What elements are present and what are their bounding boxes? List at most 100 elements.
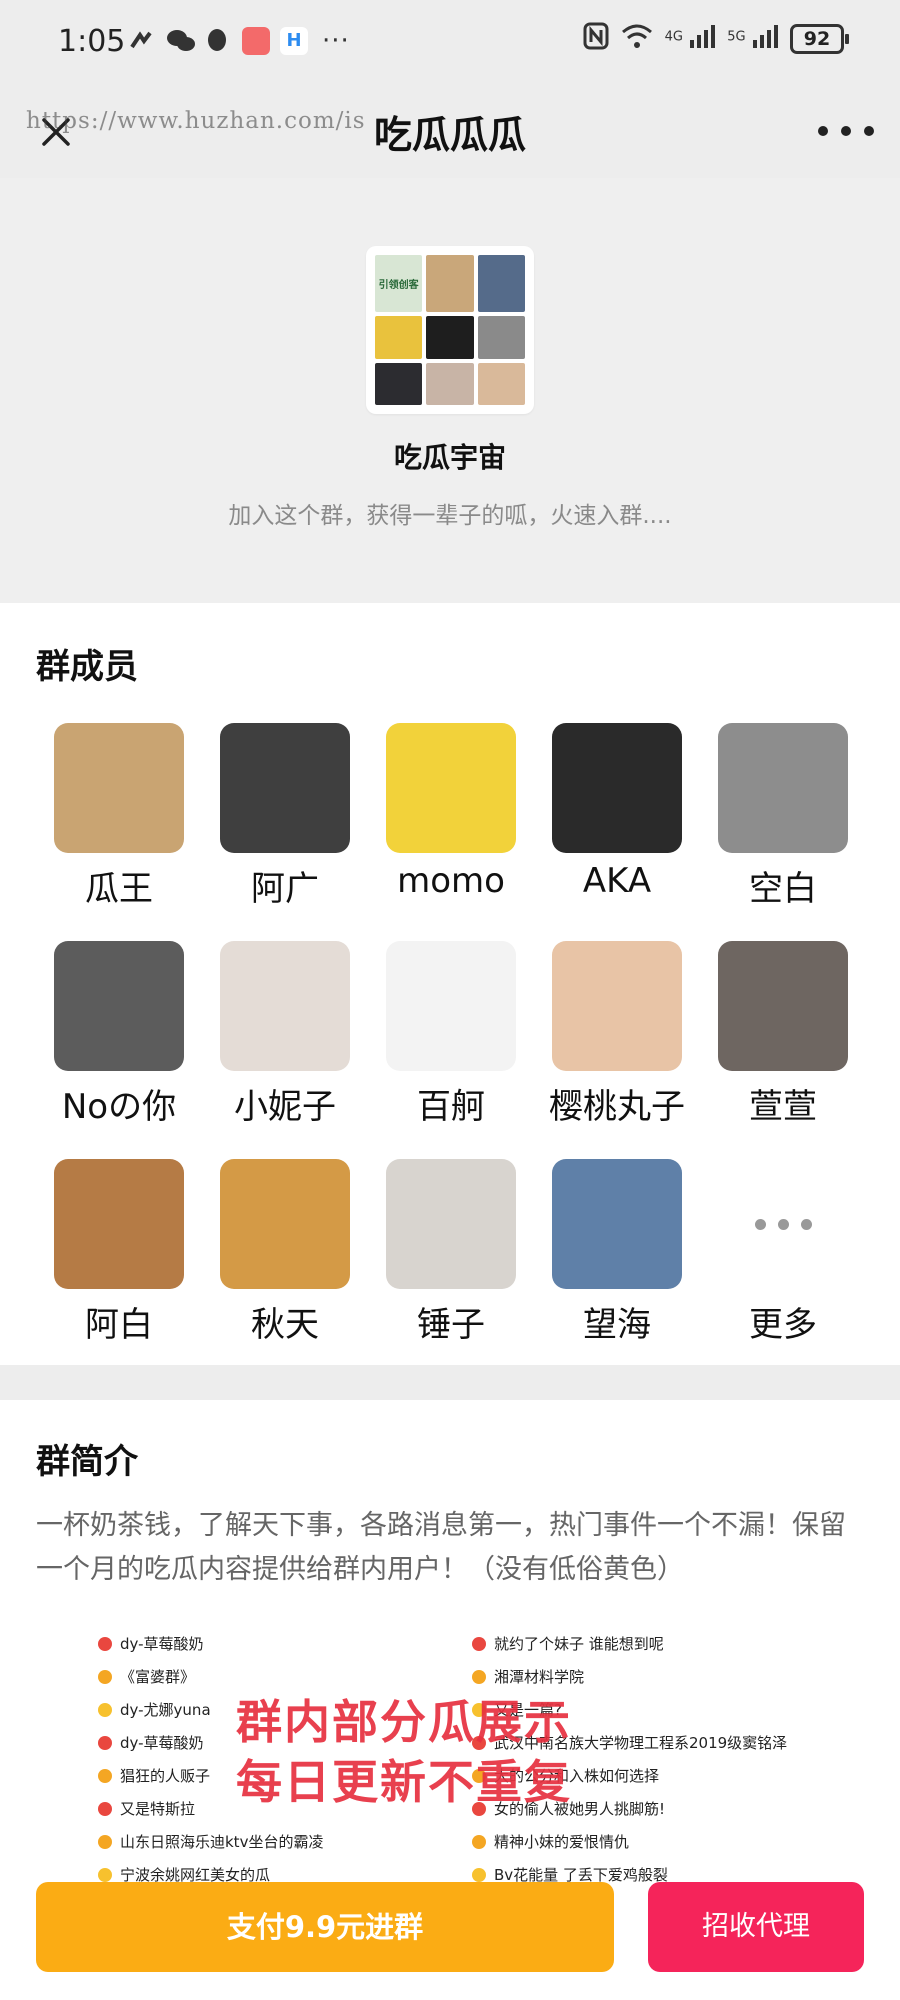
member-avatar [386,941,516,1071]
emoji-icon [98,1835,112,1849]
emoji-icon [98,1736,112,1750]
member-item[interactable]: momo [368,723,534,901]
member-name: 望海 [583,1305,651,1345]
member-avatar [54,941,184,1071]
recruit-agent-button[interactable]: 招收代理 [648,1882,864,1972]
intro-text: 一杯奶茶钱，了解天下事，各路消息第一，热门事件一个不漏！保留一个月的吃瓜内容提供… [36,1510,846,1585]
preview-item-text: dy-草莓酸奶 [120,1734,204,1752]
preview-item-text: dy-草莓酸奶 [120,1635,204,1653]
member-name: momo [397,861,505,901]
emoji-icon [472,1637,486,1651]
member-item[interactable]: 小妮子 [202,941,368,1128]
member-item[interactable]: 阿广 [202,723,368,910]
preview-item-text: 《富婆群》 [120,1668,196,1686]
member-name: 小妮子 [234,1087,336,1127]
member-item[interactable]: Noの你 [36,941,202,1128]
member-name: 瓜王 [85,869,153,909]
preview-item-text: 又是特斯拉 [120,1800,196,1818]
qq-icon [204,27,232,55]
member-avatar [386,1159,516,1289]
member-name: 阿白 [85,1305,153,1345]
group-tagline: 加入这个群，获得一辈子的呱，火速入群.... [228,503,672,529]
preview-item-text: 精神小妹的爱恨情仇 [494,1833,630,1851]
emoji-icon [98,1769,112,1783]
group-avatar-tile [426,255,474,313]
signal-4g-icon: 4G [665,24,716,53]
members-section: 群成员 瓜王 阿广 momo AKA 空白 Noの你 小妮子 百舸 樱桃丸子 萱萱 阿白 秋天 锤子 望海… [0,603,900,1365]
emoji-icon [98,1637,112,1651]
member-item[interactable]: AKA [534,723,700,901]
more-members-button[interactable]: 更多 [700,1159,866,1346]
emoji-icon [98,1802,112,1816]
member-avatar [54,1159,184,1289]
member-name: 樱桃丸子 [549,1087,685,1127]
emoji-icon [98,1703,112,1717]
pay-join-button[interactable]: 支付9.9元进群 [36,1882,614,1972]
group-avatar-tile [426,362,474,405]
status-time: 1:05 [58,24,126,59]
group-name: 吃瓜宇宙 [393,441,506,474]
preview-overlay-line2: 每日更新不重复 [236,1755,572,1809]
group-avatar-tile [426,316,474,359]
group-avatar-tile [477,255,525,313]
member-name: 秋天 [251,1305,319,1345]
more-notifications-icon: ··· [322,26,350,56]
wechat-icon [166,27,195,55]
nav-bar: 吃瓜瓜瓜 https://www.huzhan.com/is [0,86,900,178]
member-item[interactable]: 阿白 [36,1159,202,1346]
member-name: 空白 [749,869,817,909]
preview-item-text: 山东日照海乐迪ktv坐台的霸凌 [120,1833,324,1851]
group-avatar-tile [375,316,423,359]
preview-item-text: 就约了个妹子 谁能想到呢 [494,1635,664,1653]
member-name: 百舸 [417,1087,485,1127]
group-avatar-tile [375,362,423,405]
more-dots-icon [718,1159,848,1289]
preview-overlay-line1: 群内部分瓜展示 [236,1695,572,1749]
more-members-label: 更多 [749,1305,817,1345]
member-avatar [220,1159,350,1289]
preview-list-item: dy-草莓酸奶 [98,1628,323,1661]
member-item[interactable]: 望海 [534,1159,700,1346]
emoji-icon [98,1670,112,1684]
member-item[interactable]: 锤子 [368,1159,534,1346]
more-options-icon[interactable] [818,116,874,146]
member-avatar [552,1159,682,1289]
preview-item-text: dy-尤娜yuna [120,1701,211,1719]
member-avatar [54,723,184,853]
member-avatar [718,941,848,1071]
member-avatar [220,723,350,853]
member-avatar [718,723,848,853]
nfc-icon [583,22,609,55]
system-icons: 4G 5G 92 [583,22,849,55]
app-red-icon [242,27,270,55]
group-avatar-tile: 引领创客 [375,255,423,313]
emoji-icon [472,1868,486,1882]
member-avatar [552,723,682,853]
preview-list-item: 就约了个妹子 谁能想到呢 [472,1628,787,1661]
watermark-text: https://www.huzhan.com/is [26,108,366,134]
member-name: 阿广 [251,869,319,909]
group-avatar-tile [477,362,525,405]
app-blue-icon: H [280,27,308,55]
preview-item-text: 猖狂的人贩子 [120,1767,211,1785]
wifi-icon [621,23,653,54]
member-name: 锤子 [417,1305,485,1345]
member-item[interactable]: 秋天 [202,1159,368,1346]
member-item[interactable]: 樱桃丸子 [534,941,700,1128]
member-name: Noの你 [61,1087,177,1127]
battery-icon: 92 [790,23,849,54]
preview-list-item: 精神小妹的爱恨情仇 [472,1826,787,1859]
group-avatar-tile [477,316,525,359]
member-name: AKA [582,861,652,901]
emoji-icon [98,1868,112,1882]
member-avatar [386,723,516,853]
status-bar: 1:05 H ··· 4G 5G 92 [0,0,900,86]
member-avatar [552,941,682,1071]
member-name: 萱萱 [749,1087,817,1127]
intro-title: 群简介 [36,1442,138,1482]
member-item[interactable]: 瓜王 [36,723,202,910]
signal-5g-icon: 5G [727,24,778,53]
member-item[interactable]: 空白 [700,723,866,910]
member-item[interactable]: 萱萱 [700,941,866,1128]
member-item[interactable]: 百舸 [368,941,534,1128]
